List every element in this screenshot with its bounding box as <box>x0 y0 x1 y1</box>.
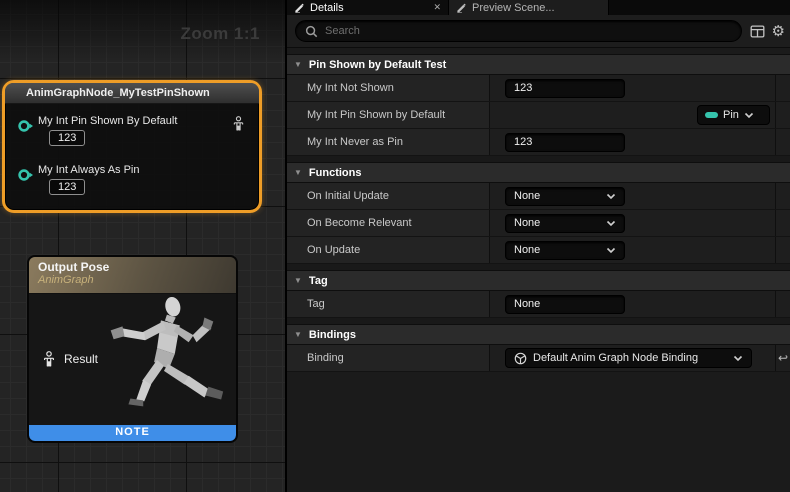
property-row: On Initial Update None <box>287 183 790 210</box>
search-input[interactable] <box>325 25 732 37</box>
search-row: ⚙ <box>287 15 790 48</box>
tab-label: Preview Scene... <box>472 2 555 14</box>
result-pin[interactable]: Result <box>41 350 98 368</box>
view-options-grid-icon[interactable] <box>750 25 765 38</box>
property-label: On Initial Update <box>287 183 490 209</box>
collapse-arrow-icon[interactable]: ▼ <box>294 276 302 285</box>
property-row: On Become Relevant None <box>287 210 790 237</box>
property-list: ▼ Pin Shown by Default Test My Int Not S… <box>287 48 790 372</box>
pin-value-input[interactable]: 123 <box>49 179 85 195</box>
section-header-functions[interactable]: ▼ Functions <box>287 162 790 183</box>
pin-value-input[interactable]: 123 <box>49 130 85 146</box>
chevron-down-icon <box>606 247 616 254</box>
anim-graph-node[interactable]: AnimGraphNode_MyTestPinShown My Int Pin … <box>2 80 262 213</box>
preview-scene-tab-icon <box>456 2 467 13</box>
my-int-not-shown-input[interactable]: 123 <box>505 79 625 98</box>
property-row: My Int Not Shown 123 <box>287 75 790 102</box>
pin-pill-icon <box>705 112 718 118</box>
property-label: Binding <box>287 345 490 371</box>
collapse-arrow-icon[interactable]: ▼ <box>294 330 302 339</box>
property-row: On Update None <box>287 237 790 264</box>
property-row: Tag None <box>287 291 790 318</box>
details-panel: Details ✕ Preview Scene... ⚙ ▼ Pin <box>285 0 790 492</box>
output-pose-node[interactable]: Output Pose AnimGraph <box>27 255 238 443</box>
node-pin-row: My Int Always As Pin 123 <box>5 160 259 207</box>
search-box[interactable] <box>295 20 742 42</box>
property-label: On Become Relevant <box>287 210 490 236</box>
details-tab-icon <box>294 2 305 13</box>
result-pin-label: Result <box>64 352 98 366</box>
tab-details[interactable]: Details ✕ <box>287 0 449 15</box>
on-initial-update-dropdown[interactable]: None <box>505 187 625 206</box>
tab-label: Details <box>310 2 344 14</box>
chevron-down-icon <box>744 112 754 119</box>
output-node-title: Output Pose <box>38 260 236 274</box>
note-banner[interactable]: NOTE <box>29 425 236 441</box>
property-row: My Int Never as Pin 123 <box>287 129 790 156</box>
section-header-bindings[interactable]: ▼ Bindings <box>287 324 790 345</box>
tab-preview-scene[interactable]: Preview Scene... <box>449 0 609 15</box>
on-become-relevant-dropdown[interactable]: None <box>505 214 625 233</box>
reset-to-default-icon[interactable]: ↩ <box>776 345 790 371</box>
pin-label: My Int Always As Pin <box>38 164 139 176</box>
section-header-pin-shown-by-default-test[interactable]: ▼ Pin Shown by Default Test <box>287 54 790 75</box>
pin-label: My Int Pin Shown By Default <box>38 115 177 127</box>
anim-graph-canvas[interactable]: Zoom 1:1 AnimGraphNode_MyTestPinShown My… <box>0 0 285 492</box>
property-row: Binding Default Anim Graph Node Binding … <box>287 345 790 372</box>
node-title[interactable]: AnimGraphNode_MyTestPinShown <box>5 83 259 104</box>
panel-tab-bar: Details ✕ Preview Scene... <box>287 0 790 15</box>
zoom-level-label: Zoom 1:1 <box>180 24 260 44</box>
close-tab-icon[interactable]: ✕ <box>433 2 441 13</box>
pose-pin-person-icon <box>41 350 57 368</box>
settings-gear-icon[interactable]: ⚙ <box>772 24 785 39</box>
binding-sphere-icon <box>514 352 527 365</box>
chevron-down-icon <box>733 355 743 362</box>
property-label: Tag <box>287 291 490 317</box>
my-int-never-as-pin-input[interactable]: 123 <box>505 133 625 152</box>
property-row: My Int Pin Shown by Default Pin <box>287 102 790 129</box>
chevron-down-icon <box>606 220 616 227</box>
property-label: My Int Pin Shown by Default <box>287 102 490 128</box>
int-pin-icon[interactable] <box>17 119 34 133</box>
collapse-arrow-icon[interactable]: ▼ <box>294 60 302 69</box>
person-icon <box>231 115 246 132</box>
property-label: My Int Not Shown <box>287 75 490 101</box>
section-header-tag[interactable]: ▼ Tag <box>287 270 790 291</box>
search-icon <box>305 25 318 38</box>
int-pin-icon[interactable] <box>17 168 34 182</box>
pin-dropdown-button[interactable]: Pin <box>697 105 770 125</box>
property-label: On Update <box>287 237 490 263</box>
mannequin-image <box>86 292 234 424</box>
output-node-subtitle: AnimGraph <box>38 274 236 286</box>
output-node-body: Result <box>29 294 236 425</box>
on-update-dropdown[interactable]: None <box>505 241 625 260</box>
chevron-down-icon <box>606 193 616 200</box>
property-label: My Int Never as Pin <box>287 129 490 155</box>
output-node-header: Output Pose AnimGraph <box>29 257 236 294</box>
node-pin-row: My Int Pin Shown By Default 123 <box>5 111 259 158</box>
collapse-arrow-icon[interactable]: ▼ <box>294 168 302 177</box>
tag-input[interactable]: None <box>505 295 625 314</box>
binding-dropdown[interactable]: Default Anim Graph Node Binding <box>505 348 752 368</box>
